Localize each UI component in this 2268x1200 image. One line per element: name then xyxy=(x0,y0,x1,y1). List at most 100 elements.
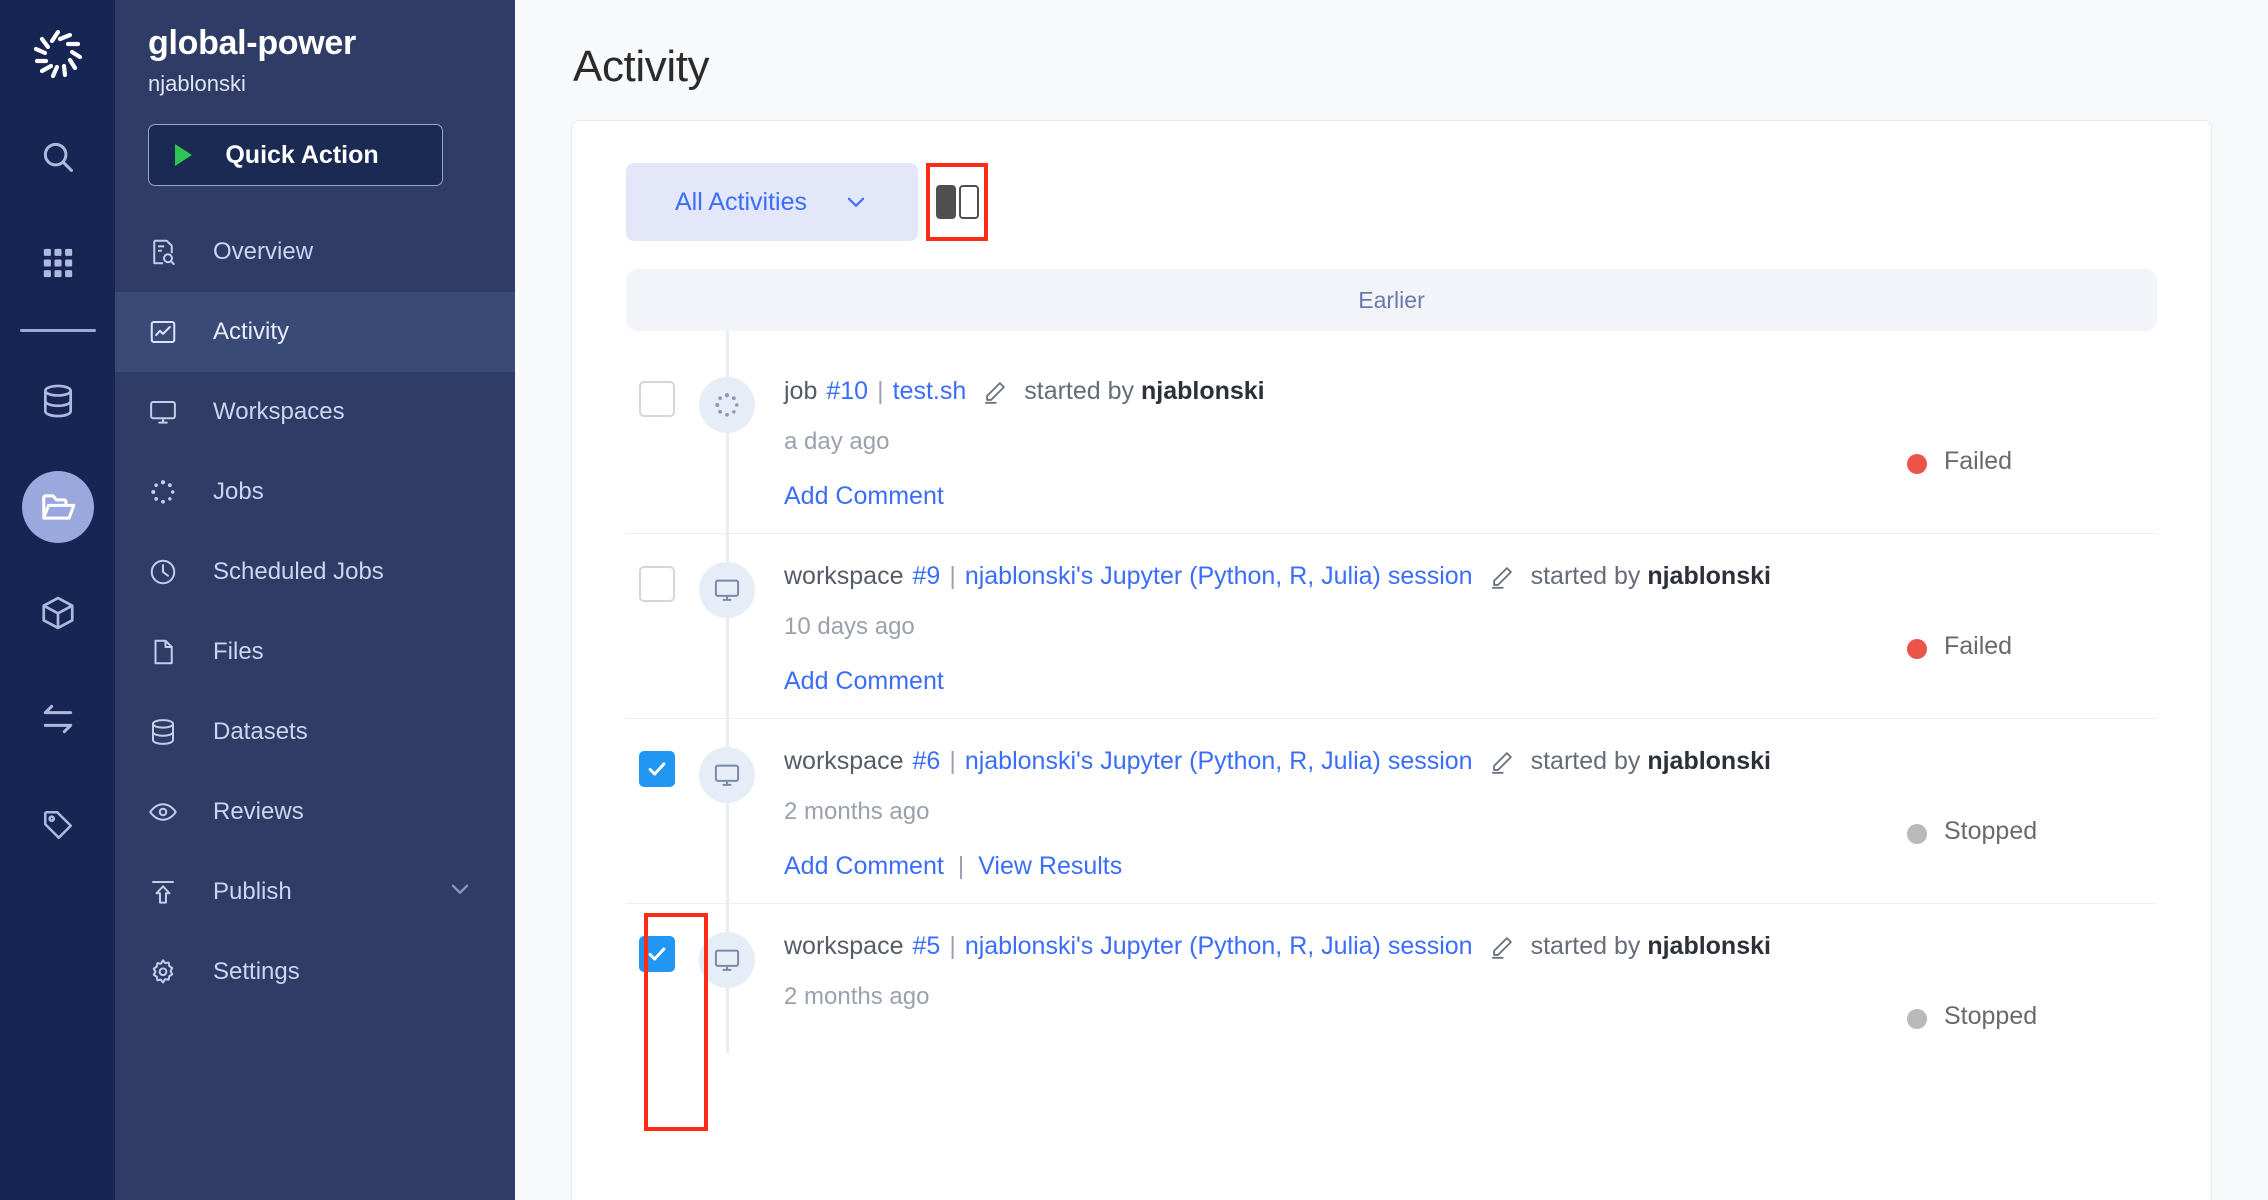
pencil-icon[interactable] xyxy=(1489,934,1515,960)
activity-row: workspace #9 | njablonski's Jupyter (Pyt… xyxy=(626,534,2157,719)
activity-started-by: started by njablonski xyxy=(1024,377,1265,405)
app-root: global-power njablonski Quick Action Ove… xyxy=(0,0,2268,1200)
database-icon xyxy=(148,717,188,747)
status-dot-stopped xyxy=(1907,1009,1927,1029)
activity-timestamp: a day ago xyxy=(784,428,890,455)
activity-name-link[interactable]: test.sh xyxy=(893,377,967,406)
monitor-icon xyxy=(699,932,755,988)
activity-select-checkbox[interactable] xyxy=(639,936,675,972)
activity-details: workspace #9 | njablonski's Jupyter (Pyt… xyxy=(766,560,1907,696)
transfer-arrows-icon[interactable] xyxy=(22,683,94,755)
project-owner: njablonski xyxy=(148,71,246,96)
chart-box-icon xyxy=(148,317,188,347)
sidebar-item-label: Datasets xyxy=(213,718,308,745)
upload-icon xyxy=(148,877,188,907)
activity-select-checkbox[interactable] xyxy=(639,381,675,417)
activity-name-link[interactable]: njablonski's Jupyter (Python, R, Julia) … xyxy=(965,932,1473,961)
activity-name-link[interactable]: njablonski's Jupyter (Python, R, Julia) … xyxy=(965,747,1473,776)
activity-id-link[interactable]: #10 xyxy=(826,377,868,406)
activity-filter-label: All Activities xyxy=(675,187,807,216)
view-mode-toggle-button[interactable] xyxy=(926,163,988,241)
quick-action-label: Quick Action xyxy=(225,140,379,169)
split-panel-toggle-icon-right xyxy=(958,185,979,219)
project-name: global-power xyxy=(148,24,356,62)
pencil-icon[interactable] xyxy=(1489,749,1515,775)
activity-filter-select[interactable]: All Activities xyxy=(626,163,918,241)
database-icon[interactable] xyxy=(22,365,94,437)
activity-kind: workspace xyxy=(784,932,904,960)
sidebar-nav: Overview Activity Workspaces Jobs Schedu… xyxy=(115,212,515,1012)
sidebar-item-datasets[interactable]: Datasets xyxy=(115,692,515,772)
add-comment-link[interactable]: Add Comment xyxy=(784,667,944,695)
activity-kind: job xyxy=(784,377,818,405)
chevron-down-icon[interactable] xyxy=(447,876,473,909)
activity-headline: workspace #6 | njablonski's Jupyter (Pyt… xyxy=(784,747,1907,776)
sidebar-item-jobs[interactable]: Jobs xyxy=(115,452,515,532)
activity-select-cell xyxy=(626,930,688,1031)
sidebar-item-label: Publish xyxy=(213,878,292,905)
activity-type-icon-cell xyxy=(688,560,766,696)
gear-icon xyxy=(148,957,188,987)
activity-id-link[interactable]: #6 xyxy=(913,747,941,776)
activity-id-link[interactable]: #5 xyxy=(913,932,941,961)
separator: | xyxy=(957,852,965,880)
separator: | xyxy=(877,377,884,405)
cube-icon[interactable] xyxy=(22,577,94,649)
pencil-icon[interactable] xyxy=(1489,564,1515,590)
page-title: Activity xyxy=(573,42,710,91)
sidebar-item-settings[interactable]: Settings xyxy=(115,932,515,1012)
sidebar-item-reviews[interactable]: Reviews xyxy=(115,772,515,852)
activity-select-checkbox[interactable] xyxy=(639,751,675,787)
grid-apps-icon[interactable] xyxy=(22,227,94,299)
activity-kind: workspace xyxy=(784,747,904,775)
play-icon xyxy=(175,144,192,166)
sidebar-item-label: Workspaces xyxy=(213,398,345,425)
activity-select-checkbox[interactable] xyxy=(639,566,675,602)
activity-type-icon-cell xyxy=(688,745,766,881)
status-dot-failed xyxy=(1907,454,1927,474)
sidebar-item-activity[interactable]: Activity xyxy=(115,292,515,372)
quick-action-button[interactable]: Quick Action xyxy=(148,124,443,186)
sidebar-item-workspaces[interactable]: Workspaces xyxy=(115,372,515,452)
activity-id-link[interactable]: #9 xyxy=(913,562,941,591)
activity-row: job #10 | test.sh started by njablonski xyxy=(626,349,2157,534)
monitor-icon xyxy=(148,397,188,427)
add-comment-link[interactable]: Add Comment xyxy=(784,482,944,510)
sidebar-item-label: Scheduled Jobs xyxy=(213,558,384,585)
activity-headline: job #10 | test.sh started by njablonski xyxy=(784,377,1907,406)
sidebar-item-label: Activity xyxy=(213,318,290,345)
activity-timestamp: 2 months ago xyxy=(784,798,930,825)
monitor-icon xyxy=(699,562,755,618)
activity-headline: workspace #9 | njablonski's Jupyter (Pyt… xyxy=(784,562,1907,591)
activity-select-cell xyxy=(626,560,688,696)
add-comment-link[interactable]: Add Comment xyxy=(784,852,944,880)
pencil-icon[interactable] xyxy=(982,379,1008,405)
sidebar-item-label: Settings xyxy=(213,958,300,985)
status-label: Stopped xyxy=(1944,817,2038,845)
domino-swirl-logo-icon[interactable] xyxy=(22,18,94,90)
split-panel-toggle-icon xyxy=(935,185,956,219)
activity-timestamp: 2 months ago xyxy=(784,983,930,1010)
sidebar-item-label: Overview xyxy=(213,238,314,265)
main-content: Activity All Activities Earlier job #10 … xyxy=(515,0,2268,1200)
activity-status: Stopped xyxy=(1907,745,2157,881)
search-icon[interactable] xyxy=(22,121,94,193)
sidebar-item-publish[interactable]: Publish xyxy=(115,852,515,932)
sidebar-item-files[interactable]: Files xyxy=(115,612,515,692)
activity-started-by: started by njablonski xyxy=(1530,747,1771,775)
activity-name-link[interactable]: njablonski's Jupyter (Python, R, Julia) … xyxy=(965,562,1473,591)
folder-open-icon[interactable] xyxy=(21,471,94,543)
activity-details: workspace #6 | njablonski's Jupyter (Pyt… xyxy=(766,745,1907,881)
sidebar-item-overview[interactable]: Overview xyxy=(115,212,515,292)
section-banner-label: Earlier xyxy=(1358,286,1425,313)
view-results-link[interactable]: View Results xyxy=(978,852,1122,880)
tag-icon[interactable] xyxy=(22,789,94,861)
project-sidebar: global-power njablonski Quick Action Ove… xyxy=(115,0,515,1200)
activity-started-by: started by njablonski xyxy=(1530,562,1771,590)
status-dot-stopped xyxy=(1907,824,1927,844)
activity-row: workspace #6 | njablonski's Jupyter (Pyt… xyxy=(626,719,2157,904)
document-search-icon xyxy=(148,237,188,267)
sidebar-item-scheduled-jobs[interactable]: Scheduled Jobs xyxy=(115,532,515,612)
activity-status: Failed xyxy=(1907,375,2157,511)
clock-icon xyxy=(148,557,188,587)
